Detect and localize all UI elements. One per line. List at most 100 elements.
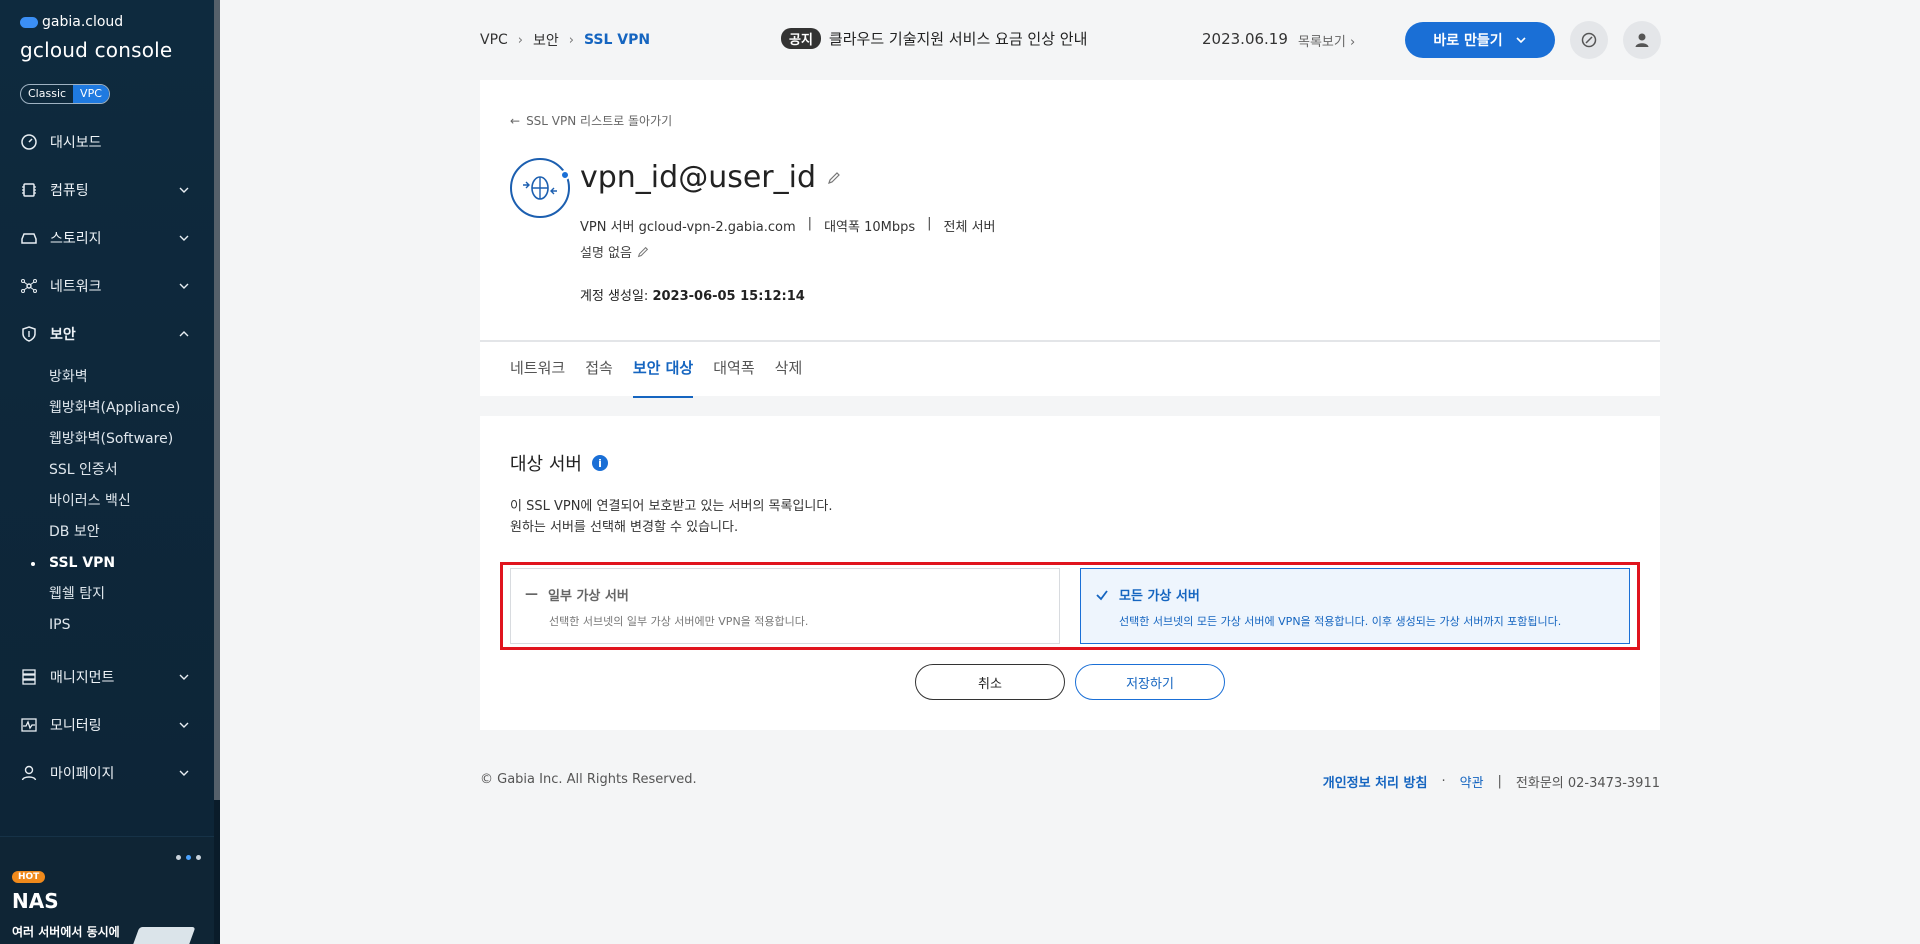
profile-button[interactable] [1623, 21, 1661, 59]
option-desc: 선택한 서브넷의 모든 가상 서버에 VPN을 적용합니다. 이후 생성되는 가… [1119, 615, 1562, 628]
mode-vpc[interactable]: VPC [73, 85, 109, 103]
sidebar-item-monitoring[interactable]: 모니터링 [0, 701, 214, 749]
vpn-scope: 전체 서버 [943, 220, 996, 235]
back-to-list-link[interactable]: ← SSL VPN 리스트로 돌아가기 [510, 112, 672, 129]
sidebar-item-label: 네트워크 [50, 279, 102, 295]
chevron-down-icon [179, 674, 189, 680]
sidebar-subitem-waf-software[interactable]: 웹방화벽(Software) [0, 424, 214, 455]
vpn-bandwidth: 대역폭 10Mbps [824, 220, 916, 235]
sidebar-item-dashboard[interactable]: 대시보드 [0, 118, 214, 166]
vpn-created: 계정 생성일: 2023-06-05 15:12:14 [580, 285, 805, 304]
chevron-down-icon [1516, 37, 1526, 44]
option-title: 일부 가상 서버 [548, 589, 629, 604]
user-icon [20, 764, 38, 782]
phone-contact: 전화문의 02-3473-3911 [1515, 776, 1660, 791]
sidebar-subitem-firewall[interactable]: 방화벽 [0, 362, 214, 393]
sidebar-subitem-db-security[interactable]: DB 보안 [0, 517, 214, 548]
sidebar-subitem-webshell[interactable]: 웹쉘 탐지 [0, 579, 214, 610]
sidebar-subitem-ips[interactable]: IPS [0, 610, 214, 641]
info-icon[interactable]: i [591, 455, 608, 471]
breadcrumb-security[interactable]: 보안 [533, 30, 559, 50]
status-dot [560, 170, 570, 180]
cancel-button[interactable]: 취소 [915, 664, 1065, 700]
promo-desc: 여러 서버에서 동시에 [12, 925, 120, 939]
quick-create-button[interactable]: 바로 만들기 [1405, 22, 1555, 58]
sidebar-item-storage[interactable]: 스토리지 [0, 214, 214, 262]
carousel-dot-active[interactable] [186, 855, 191, 860]
action-buttons: 취소 저장하기 [915, 664, 1225, 700]
sidebar-item-security[interactable]: 보안 [0, 310, 214, 358]
sidebar-item-label: 스토리지 [50, 231, 102, 247]
carousel-dots[interactable] [176, 855, 201, 860]
arrow-left-icon: ← [510, 113, 521, 128]
hard-drive-icon [20, 229, 38, 247]
vpn-meta: VPN 서버 gcloud-vpn-2.gabia.com | 대역폭 10Mb… [580, 216, 996, 235]
option-title: 모든 가상 서버 [1119, 589, 1200, 604]
sidebar-item-computing[interactable]: 컴퓨팅 [0, 166, 214, 214]
sidebar-subitem-ssl-vpn[interactable]: SSL VPN [0, 548, 214, 579]
meta-divider: | [807, 216, 813, 231]
carousel-dot[interactable] [176, 855, 181, 860]
notice-list-link[interactable]: 목록보기 › [1298, 31, 1355, 50]
promo-title: NAS [12, 889, 59, 913]
option-partial-servers[interactable]: — 일부 가상 서버 선택한 서브넷의 일부 가상 서버에만 VPN을 적용합니… [510, 568, 1060, 644]
sidebar-subitem-antivirus[interactable]: 바이러스 백신 [0, 486, 214, 517]
privacy-policy-link[interactable]: 개인정보 처리 방침 [1323, 772, 1428, 791]
carousel-dot[interactable] [196, 855, 201, 860]
chevron-down-icon [179, 187, 189, 193]
sidebar-item-label: 매니지먼트 [50, 670, 115, 686]
pencil-icon[interactable] [636, 245, 650, 259]
quick-create-label: 바로 만들기 [1433, 33, 1503, 49]
sidebar-item-mypage[interactable]: 마이페이지 [0, 749, 214, 797]
sidebar-subitem-waf-appliance[interactable]: 웹방화벽(Appliance) [0, 393, 214, 424]
promo-banner[interactable]: HOT NAS 여러 서버에서 동시에 [0, 836, 214, 944]
save-button[interactable]: 저장하기 [1075, 664, 1225, 700]
breadcrumb: VPC › 보안 › SSL VPN [480, 30, 650, 50]
sidebar-nav: 대시보드 컴퓨팅 스토리지 네트워크 보안 방화벽 웹방화벽(Appliance… [0, 118, 214, 797]
chevron-down-icon [179, 722, 189, 728]
back-link-label: SSL VPN 리스트로 돌아가기 [526, 114, 673, 128]
shield-icon [20, 325, 38, 343]
tab-network[interactable]: 네트워크 [510, 342, 565, 398]
breadcrumb-vpc[interactable]: VPC [480, 32, 508, 48]
sidebar-item-network[interactable]: 네트워크 [0, 262, 214, 310]
brand-logo[interactable]: gabia.cloud [20, 14, 123, 30]
chip-icon [20, 181, 38, 199]
option-header: — 일부 가상 서버 [525, 585, 629, 604]
notice-more-label: 목록보기 [1298, 35, 1346, 50]
sidebar-item-management[interactable]: 매니지먼트 [0, 653, 214, 701]
dash-icon: — [525, 587, 538, 602]
mode-toggle[interactable]: Classic VPC [20, 84, 110, 104]
vpn-globe-icon [510, 158, 570, 218]
terms-link[interactable]: 약관 [1460, 772, 1484, 791]
feedback-button[interactable] [1570, 21, 1608, 59]
sidebar-item-label: 대시보드 [50, 135, 102, 151]
chevron-right-icon: › [568, 32, 574, 48]
tab-security-target[interactable]: 보안 대상 [632, 342, 694, 398]
tab-delete[interactable]: 삭제 [775, 342, 803, 398]
notice-badge: 공지 [781, 28, 821, 49]
cloud-logo-icon [20, 16, 38, 28]
notice-date: 2023.06.19 [1202, 30, 1288, 48]
chevron-up-icon [179, 331, 189, 337]
section-description: 이 SSL VPN에 연결되어 보호받고 있는 서버의 목록입니다. 원하는 서… [510, 496, 832, 538]
mode-classic[interactable]: Classic [21, 85, 73, 103]
pencil-icon[interactable] [826, 170, 842, 186]
notice-text[interactable]: 클라우드 기술지원 서비스 요금 인상 안내 [829, 28, 1087, 49]
footer-divider: | [1497, 774, 1502, 789]
tab-bandwidth[interactable]: 대역폭 [713, 342, 754, 398]
section-title-text: 대상 서버 [510, 454, 582, 475]
chat-edit-icon [1581, 32, 1597, 48]
description-text: 설명 없음 [580, 246, 632, 261]
footer-links: 개인정보 처리 방침 · 약관 | 전화문의 02-3473-3911 [1323, 772, 1660, 791]
sidebar-scrollbar[interactable] [214, 0, 220, 800]
footer-dot: · [1441, 774, 1446, 789]
vpn-detail-card: ← SSL VPN 리스트로 돌아가기 vpn_id@user_id VPN 서… [480, 80, 1660, 398]
brand-main-text[interactable]: gcloud console [20, 38, 172, 62]
option-all-servers[interactable]: 모든 가상 서버 선택한 서브넷의 모든 가상 서버에 VPN을 적용합니다. … [1080, 568, 1630, 644]
gauge-icon [20, 133, 38, 151]
breadcrumb-current: SSL VPN [583, 32, 651, 48]
sidebar-subitem-ssl-cert[interactable]: SSL 인증서 [0, 455, 214, 486]
tab-access[interactable]: 접속 [585, 342, 613, 398]
notice[interactable]: 공지 클라우드 기술지원 서비스 요금 인상 안내 [781, 28, 1087, 49]
